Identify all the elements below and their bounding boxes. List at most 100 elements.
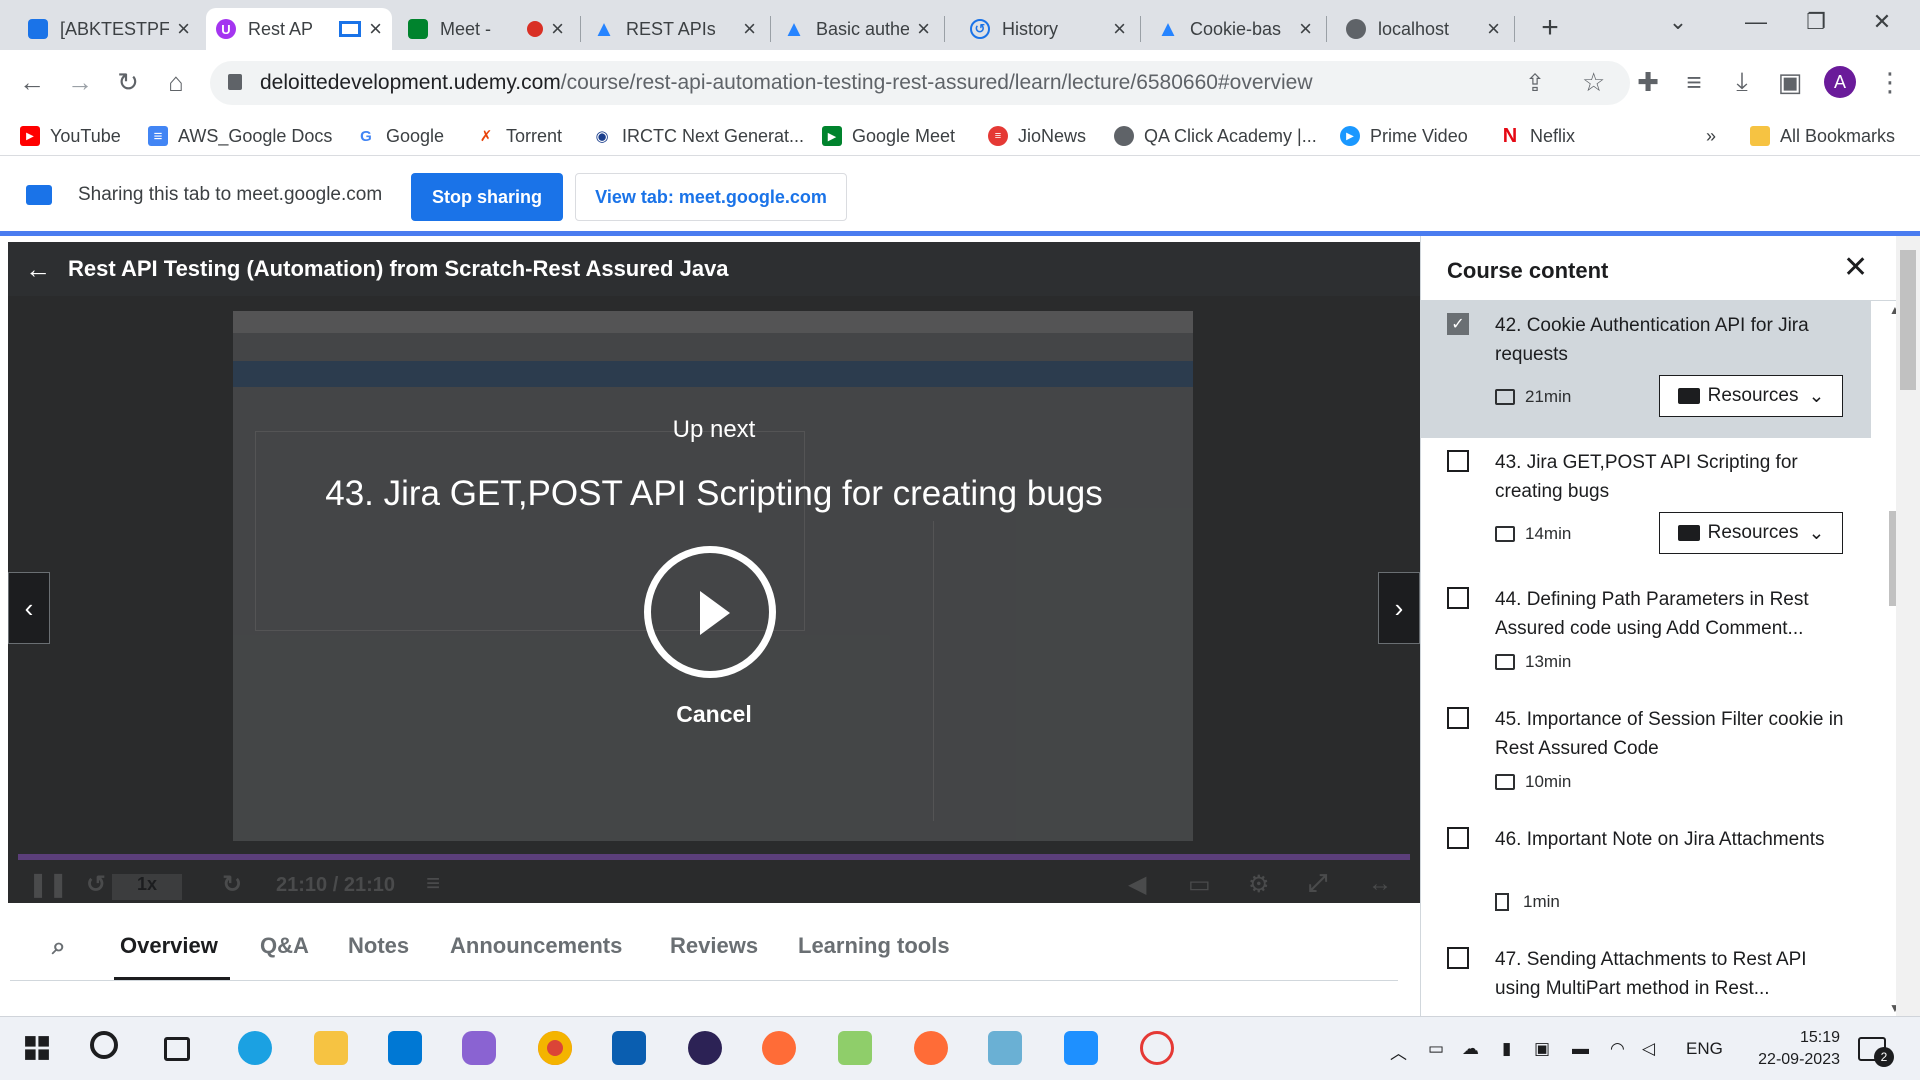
copilot-icon[interactable] — [462, 1031, 496, 1065]
forward-icon[interactable]: ↻ — [222, 870, 242, 899]
pause-icon[interactable]: ❚❚ — [28, 870, 68, 899]
tab-learning-tools[interactable]: Learning tools — [798, 933, 950, 959]
close-tab-icon[interactable]: × — [551, 16, 564, 42]
bookmark-jionews[interactable]: ≡ JioNews — [988, 122, 1086, 150]
postman-icon[interactable] — [762, 1031, 796, 1065]
stop-sharing-button[interactable]: Stop sharing — [411, 173, 563, 221]
task-view-icon[interactable] — [164, 1037, 190, 1061]
settings-gear-icon[interactable]: ⚙ — [1248, 870, 1270, 899]
bookmark-qa-click[interactable]: QA Click Academy |... — [1114, 122, 1317, 150]
resources-dropdown[interactable]: Resources ⌄ — [1659, 512, 1843, 554]
home-icon[interactable]: ⌂ — [156, 62, 196, 102]
menu-kebab-icon[interactable]: ⋮ — [1870, 62, 1910, 102]
share-page-icon[interactable]: ⇪ — [1525, 69, 1545, 98]
close-tab-icon[interactable]: × — [1487, 16, 1500, 42]
browser-tab-0[interactable]: [ABKTESTPF × — [18, 8, 200, 50]
app-icon[interactable] — [988, 1031, 1022, 1065]
page-scrollbar[interactable] — [1896, 236, 1920, 1021]
new-tab-button[interactable]: + — [1530, 8, 1570, 48]
battery-icon[interactable]: ▬ — [1572, 1039, 1589, 1059]
photos-icon[interactable] — [1064, 1031, 1098, 1065]
screen-share-tray-icon[interactable]: ▣ — [1534, 1039, 1550, 1059]
tab-announcements[interactable]: Announcements — [450, 933, 622, 959]
notification-center[interactable]: 2 — [1858, 1037, 1894, 1067]
remote-desktop-icon[interactable] — [612, 1031, 646, 1065]
bookmark-star-icon[interactable]: ☆ — [1582, 67, 1605, 98]
browser-tab-1[interactable]: U Rest AP × — [206, 8, 392, 50]
lecture-item[interactable]: 47. Sending Attachments to Rest API usin… — [1421, 935, 1871, 1021]
system-clock[interactable]: 15:19 22-09-2023 — [1730, 1027, 1840, 1071]
eclipse-icon[interactable] — [688, 1031, 722, 1065]
media-controls-icon[interactable]: ≡ — [1674, 62, 1714, 102]
windows-start-icon[interactable] — [25, 1036, 49, 1060]
volume-icon[interactable]: ◀ — [1128, 870, 1146, 899]
bookmark-torrent[interactable]: ✗ Torrent — [476, 122, 562, 150]
video-player[interactable]: ← Rest API Testing (Automation) from Scr… — [8, 242, 1420, 903]
browser-tab-3[interactable]: ▲ REST APIs × — [584, 8, 766, 50]
close-tab-icon[interactable]: × — [369, 16, 382, 42]
file-explorer-icon[interactable] — [314, 1031, 348, 1065]
notepad-plus-icon[interactable] — [838, 1031, 872, 1065]
fullscreen-icon[interactable]: ⤢ — [1308, 870, 1327, 898]
view-tab-button[interactable]: View tab: meet.google.com — [575, 173, 847, 221]
bookmark-prime-video[interactable]: ▶ Prime Video — [1340, 122, 1468, 150]
show-hidden-icons-icon[interactable]: ︿ — [1390, 1039, 1407, 1064]
bookmark-google[interactable]: G Google — [356, 122, 444, 150]
browser-tab-4[interactable]: ▲ Basic authe × — [774, 8, 940, 50]
language-indicator[interactable]: ENG — [1686, 1039, 1723, 1059]
captions-icon[interactable]: ▭ — [1188, 870, 1211, 899]
close-tab-icon[interactable]: × — [177, 16, 190, 42]
search-icon[interactable] — [90, 1031, 118, 1059]
lecture-checkbox[interactable] — [1447, 947, 1469, 969]
address-bar[interactable]: deloittedevelopment.udemy.com/course/res… — [210, 61, 1630, 105]
cancel-autoplay-button[interactable]: Cancel — [8, 701, 1420, 728]
camera-icon[interactable]: ▭ — [1428, 1039, 1444, 1059]
lecture-checkbox[interactable] — [1447, 827, 1469, 849]
tab-search-icon[interactable]: ⌄ — [1648, 0, 1708, 44]
close-tab-icon[interactable]: × — [1113, 16, 1126, 42]
lecture-checkbox[interactable] — [1447, 707, 1469, 729]
next-lecture-button[interactable]: › — [1378, 572, 1420, 644]
volume-icon[interactable]: ◁ — [1642, 1039, 1655, 1059]
transcript-icon[interactable]: ≡ — [426, 870, 440, 898]
all-bookmarks-button[interactable]: All Bookmarks — [1750, 122, 1895, 150]
lecture-checkbox[interactable] — [1447, 587, 1469, 609]
close-tab-icon[interactable]: × — [743, 16, 756, 42]
lecture-item[interactable]: 46. Important Note on Jira Attachments 1… — [1421, 815, 1871, 935]
close-icon[interactable]: ✕ — [1843, 250, 1868, 285]
page-scrollbar-thumb[interactable] — [1900, 250, 1916, 390]
lecture-checkbox[interactable] — [1447, 450, 1469, 472]
lecture-item[interactable]: 45. Importance of Session Filter cookie … — [1421, 695, 1871, 815]
close-tab-icon[interactable]: × — [1299, 16, 1312, 42]
tab-qa[interactable]: Q&A — [260, 933, 309, 959]
forward-icon[interactable]: → — [60, 62, 100, 102]
tab-notes[interactable]: Notes — [348, 933, 409, 959]
progress-bar[interactable] — [18, 854, 1410, 860]
speed-button[interactable]: 1x — [112, 874, 182, 900]
close-tab-icon[interactable]: × — [917, 16, 930, 42]
chrome-icon[interactable] — [538, 1031, 572, 1065]
wifi-icon[interactable]: ◠ — [1610, 1039, 1625, 1059]
browser-tab-6[interactable]: ▲ Cookie-bas × — [1148, 8, 1322, 50]
completed-checkbox[interactable]: ✓ — [1447, 313, 1469, 335]
profile-avatar[interactable]: A — [1824, 66, 1856, 98]
close-window-button[interactable]: ✕ — [1852, 0, 1912, 44]
bookmarks-overflow-button[interactable]: » — [1706, 122, 1716, 150]
edge-icon[interactable] — [238, 1031, 272, 1065]
browser-tab-2[interactable]: Meet - × — [398, 8, 574, 50]
minimize-button[interactable]: — — [1726, 0, 1786, 44]
previous-lecture-button[interactable]: ‹ — [8, 572, 50, 644]
resources-dropdown[interactable]: Resources ⌄ — [1659, 375, 1843, 417]
microphone-icon[interactable]: ▮ — [1502, 1039, 1511, 1059]
bookmark-google-meet[interactable]: ▶ Google Meet — [822, 122, 955, 150]
tab-overview[interactable]: Overview — [120, 933, 218, 959]
rewind-icon[interactable]: ↺ — [86, 870, 106, 899]
store-icon[interactable] — [388, 1031, 422, 1065]
side-panel-icon[interactable]: ▣ — [1770, 62, 1810, 102]
bookmark-netflix[interactable]: N Neflix — [1500, 122, 1575, 150]
onedrive-icon[interactable]: ☁ — [1462, 1039, 1479, 1059]
expand-icon[interactable]: ↔ — [1368, 870, 1392, 898]
postman-icon[interactable] — [914, 1031, 948, 1065]
snipping-tool-icon[interactable] — [1140, 1031, 1174, 1065]
search-icon[interactable]: ⌕ — [52, 933, 65, 961]
